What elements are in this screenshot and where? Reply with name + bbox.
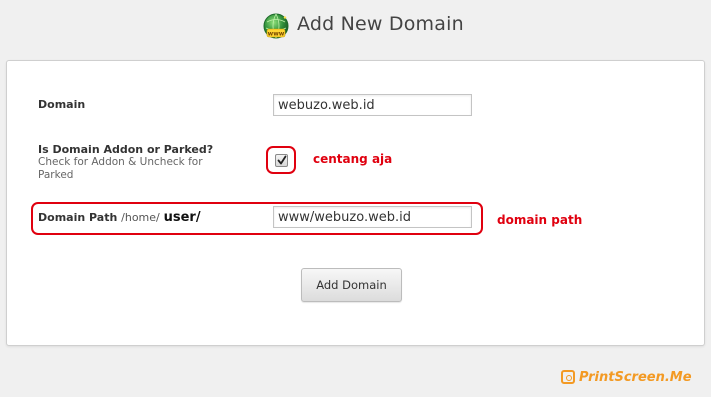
domain-label: Domain: [38, 98, 86, 111]
domain-path-label-text: Domain Path: [38, 211, 118, 224]
page-title: Add New Domain: [297, 13, 464, 35]
path-prefix: /home/: [121, 211, 160, 224]
printscreen-watermark: PrintScreen.Me: [561, 368, 692, 386]
addon-checkbox[interactable]: [275, 154, 288, 167]
svg-text:www: www: [268, 31, 285, 38]
path-annotation: domain path: [497, 213, 583, 227]
domain-path-label: Domain Path /home/ user/: [38, 210, 201, 225]
page-header: www Add New Domain: [0, 0, 711, 50]
check-icon: [277, 155, 287, 165]
camera-icon: [561, 370, 575, 384]
domain-path-input[interactable]: [273, 206, 472, 228]
watermark-text: PrintScreen.Me: [579, 369, 692, 385]
checkbox-annotation: centang aja: [313, 152, 393, 166]
add-domain-button[interactable]: Add Domain: [301, 268, 402, 302]
domain-input[interactable]: [273, 94, 472, 116]
globe-www-icon: www: [263, 13, 289, 39]
addon-help-text: Check for Addon & Uncheck for Parked: [38, 156, 203, 181]
path-user: user/: [163, 210, 201, 225]
addon-label: Is Domain Addon or Parked?: [38, 143, 214, 156]
